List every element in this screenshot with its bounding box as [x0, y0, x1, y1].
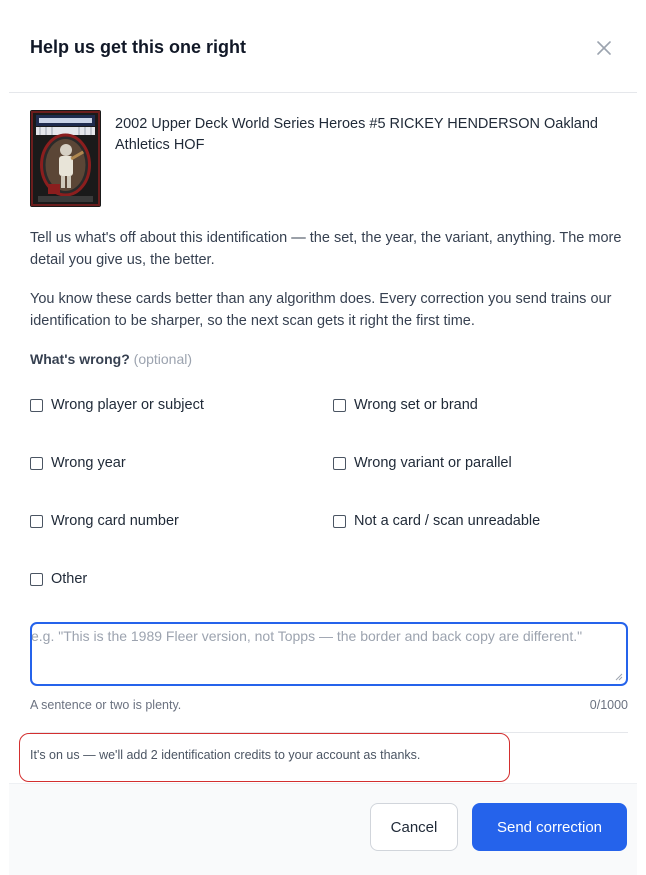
checkbox[interactable]: [333, 456, 346, 470]
checkbox-label: Wrong player or subject: [51, 397, 204, 413]
intro-paragraph: Tell us what's off about this identifica…: [30, 230, 622, 268]
question-label: What's wrong? (optional): [30, 351, 192, 367]
intro-paragraph: You know these cards better than any alg…: [30, 291, 612, 329]
checkbox-label: Other: [51, 571, 88, 587]
details-placeholder: e.g. "This is the 1989 Fleer version, no…: [31, 628, 583, 644]
checkbox[interactable]: [333, 514, 346, 528]
credits-note: It's on us — we'll add 2 identification …: [30, 748, 421, 762]
checkbox[interactable]: [30, 572, 43, 586]
checkbox-wrong-variant[interactable]: Wrong variant or parallel: [333, 455, 512, 471]
checkbox-label: Not a card / scan unreadable: [354, 513, 541, 529]
checkbox-label: Wrong set or brand: [354, 397, 478, 413]
card-title: 2002 Upper Deck World Series Heroes #5 R…: [115, 116, 598, 153]
checkbox-wrong-player[interactable]: Wrong player or subject: [30, 397, 204, 413]
checkbox[interactable]: [30, 514, 43, 528]
card-thumbnail: [30, 110, 101, 207]
checkbox-wrong-year[interactable]: Wrong year: [30, 455, 126, 471]
close-icon[interactable]: [593, 37, 615, 59]
dialog-footer: Cancel Send correction: [9, 783, 637, 875]
checkbox[interactable]: [333, 398, 346, 412]
checkbox-label: Wrong variant or parallel: [354, 455, 512, 471]
correction-dialog: Help us get this one right 2002 Upper De…: [9, 0, 637, 875]
checkbox-wrong-card-number[interactable]: Wrong card number: [30, 513, 179, 529]
dialog-header: Help us get this one right: [9, 0, 637, 93]
card-summary: 2002 Upper Deck World Series Heroes #5 R…: [30, 110, 620, 210]
resize-handle-icon[interactable]: [615, 673, 623, 681]
question-text: What's wrong?: [30, 351, 130, 367]
checkbox-other[interactable]: Other: [30, 571, 87, 587]
details-hint: A sentence or two is plenty.: [30, 698, 182, 712]
dialog-title: Help us get this one right: [30, 37, 247, 57]
checkbox-label: Wrong year: [51, 455, 126, 471]
checkbox[interactable]: [30, 398, 43, 412]
checkbox[interactable]: [30, 456, 43, 470]
checkbox-label: Wrong card number: [51, 513, 179, 529]
send-correction-button[interactable]: Send correction: [472, 803, 627, 851]
checkbox-wrong-set[interactable]: Wrong set or brand: [333, 397, 478, 413]
cancel-button[interactable]: Cancel: [370, 803, 458, 851]
details-textarea[interactable]: e.g. "This is the 1989 Fleer version, no…: [30, 622, 628, 686]
checkbox-not-a-card[interactable]: Not a card / scan unreadable: [333, 513, 540, 529]
character-counter: 0/1000: [589, 698, 628, 712]
optional-tag: (optional): [133, 351, 193, 367]
